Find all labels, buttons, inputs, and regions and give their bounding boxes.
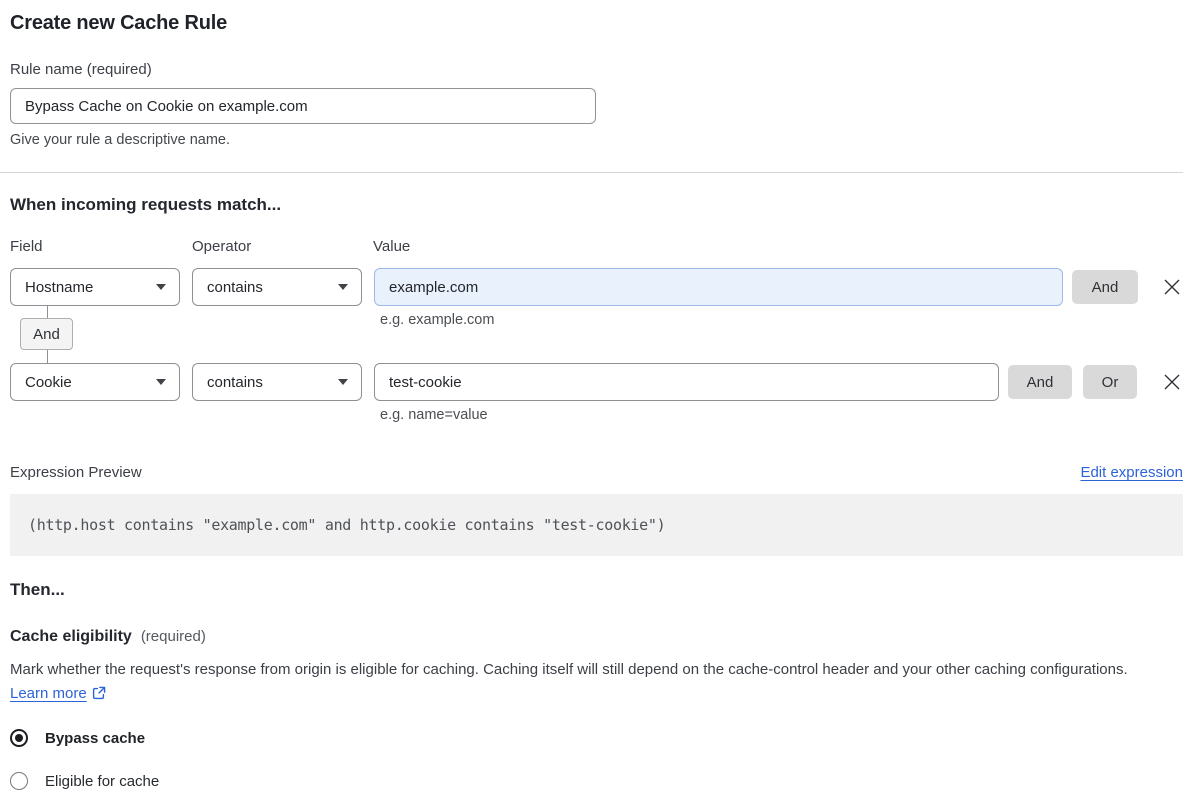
rule-name-value: Bypass Cache on Cookie on example.com xyxy=(25,97,308,115)
value-input-2[interactable]: test-cookie xyxy=(374,363,999,401)
external-link-icon xyxy=(92,686,106,700)
expression-header: Expression Preview Edit expression xyxy=(10,464,1183,481)
radio-eligible-for-cache-label: Eligible for cache xyxy=(45,772,160,790)
remove-condition-2-button[interactable] xyxy=(1161,371,1183,393)
field-select-2[interactable]: Cookie xyxy=(10,363,180,401)
expression-preview-label: Expression Preview xyxy=(10,464,142,481)
section-divider xyxy=(0,172,1183,173)
operator-select-2[interactable]: contains xyxy=(192,363,362,401)
and-button-row-2[interactable]: And xyxy=(1008,365,1072,399)
then-heading: Then... xyxy=(10,580,65,599)
cache-eligibility-description: Mark whether the request's response from… xyxy=(10,658,1170,706)
chevron-down-icon xyxy=(156,379,166,385)
radio-eligible-for-cache[interactable]: Eligible for cache xyxy=(10,772,1183,790)
operator-column-label: Operator xyxy=(192,238,252,255)
condition-column-labels: Field Operator Value xyxy=(10,238,1183,255)
value-hint-2: e.g. name=value xyxy=(380,407,488,423)
cache-eligibility-label: Cache eligibility xyxy=(10,628,132,645)
connector-and-chip[interactable]: And xyxy=(20,318,73,350)
field-select-1[interactable]: Hostname xyxy=(10,268,180,306)
radio-bypass-cache[interactable]: Bypass cache xyxy=(10,729,1183,747)
learn-more-text: Learn more xyxy=(10,685,87,702)
edit-expression-link[interactable]: Edit expression xyxy=(1080,464,1183,481)
match-heading: When incoming requests match... xyxy=(10,195,282,214)
rule-name-helper: Give your rule a descriptive name. xyxy=(10,132,231,148)
operator-select-2-value: contains xyxy=(207,373,263,391)
field-select-2-value: Cookie xyxy=(25,373,72,391)
expression-code: (http.host contains "example.com" and ht… xyxy=(28,516,666,534)
close-icon xyxy=(1164,374,1180,390)
chevron-down-icon xyxy=(338,379,348,385)
rule-name-input[interactable]: Bypass Cache on Cookie on example.com xyxy=(10,88,596,124)
operator-select-1[interactable]: contains xyxy=(192,268,362,306)
connector-zone: And e.g. example.com xyxy=(10,305,1183,364)
operator-select-1-value: contains xyxy=(207,278,263,296)
learn-more-link[interactable]: Learn more xyxy=(10,685,106,702)
condition-row-1: Hostname contains example.com And xyxy=(10,268,1183,306)
value-input-2-text: test-cookie xyxy=(389,373,462,391)
field-select-1-value: Hostname xyxy=(25,278,94,296)
radio-unselected-icon[interactable] xyxy=(10,772,28,790)
condition-row-2: Cookie contains test-cookie And Or xyxy=(10,363,1183,401)
required-note: (required) xyxy=(140,628,206,645)
cache-eligibility-heading-row: Cache eligibility (required) xyxy=(10,628,1183,646)
radio-selected-icon[interactable] xyxy=(10,729,28,747)
close-icon xyxy=(1164,279,1180,295)
value-input-1-text: example.com xyxy=(389,278,479,296)
chevron-down-icon xyxy=(156,284,166,290)
create-cache-rule-page: Create new Cache Rule Rule name (require… xyxy=(0,0,1200,793)
expression-code-block: (http.host contains "example.com" and ht… xyxy=(10,494,1183,556)
value-column-label: Value xyxy=(373,238,411,255)
field-column-label: Field xyxy=(10,238,43,255)
and-button-row-1[interactable]: And xyxy=(1072,270,1138,304)
or-button-row-2[interactable]: Or xyxy=(1083,365,1137,399)
rule-name-label: Rule name (required) xyxy=(10,61,152,78)
chevron-down-icon xyxy=(338,284,348,290)
description-text: Mark whether the request's response from… xyxy=(10,661,1128,678)
remove-condition-1-button[interactable] xyxy=(1161,276,1183,298)
radio-bypass-cache-label: Bypass cache xyxy=(45,729,146,747)
page-title: Create new Cache Rule xyxy=(10,12,227,34)
value-hint-1: e.g. example.com xyxy=(380,312,495,328)
value-input-1[interactable]: example.com xyxy=(374,268,1063,306)
